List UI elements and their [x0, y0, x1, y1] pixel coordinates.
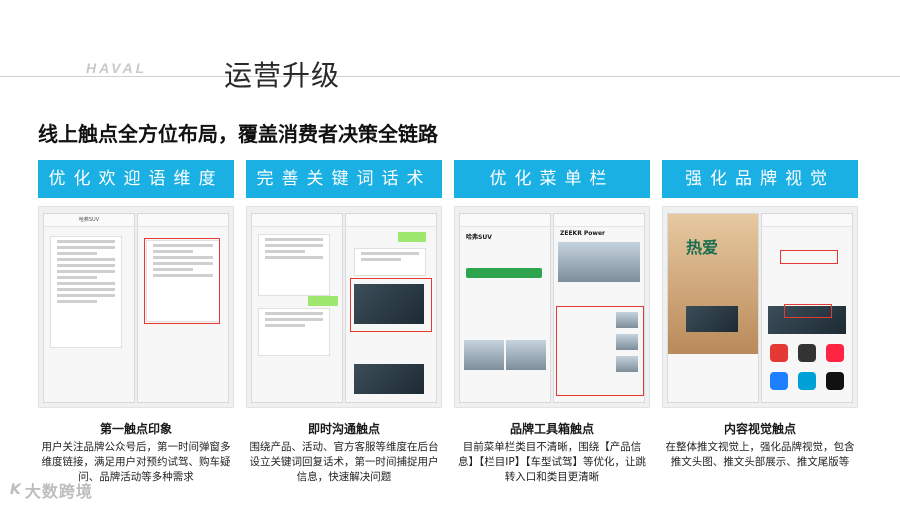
- reply-bubble: [258, 234, 330, 296]
- caption-title: 即时沟通触点: [307, 422, 380, 436]
- user-bubble: [398, 232, 426, 242]
- product-name: ZEEKR Power: [560, 230, 605, 237]
- logo-mark-icon: K: [10, 482, 21, 498]
- screenshot-panel: 哈弗SUV: [38, 206, 234, 408]
- phone-screenshot: [761, 213, 853, 403]
- screenshot-panel: 哈弗SUV ZEEKR Power: [454, 206, 650, 408]
- article-card-image: [354, 364, 424, 394]
- page-title: 运营升级: [224, 59, 341, 92]
- poster-headline: 热爱: [686, 238, 719, 257]
- brand-logo: HAVAL: [86, 60, 148, 76]
- phone-screenshot: 哈弗SUV: [43, 213, 135, 403]
- caption-title: 第一触点印象: [99, 422, 172, 436]
- bilibili-icon: [798, 372, 816, 390]
- article-thumb: [506, 340, 546, 370]
- caption-body: 目前菜单栏类目不清晰，围绕【产品信息】【栏目IP】【车型试驾】等优化，让跳转入口…: [458, 441, 646, 483]
- highlight-box: [784, 304, 832, 318]
- highlight-box: [350, 278, 432, 332]
- article-thumb: [464, 340, 504, 370]
- column-header: 完善关键词话术: [246, 160, 442, 198]
- chat-title: 哈弗SUV: [44, 214, 134, 227]
- column-keyword-replies: 完善关键词话术 即时沟通触点 围绕产品、活动、官方客服等维度在后台设立关键词回复…: [246, 160, 442, 485]
- account-name: 哈弗SUV: [466, 234, 492, 241]
- column-header: 优化菜单栏: [454, 160, 650, 198]
- screenshot-panel: [246, 206, 442, 408]
- follow-button[interactable]: [466, 268, 542, 278]
- menu-thumb: [616, 334, 638, 350]
- douyin-icon: [826, 372, 844, 390]
- page-subtitle: 线上触点全方位布局，覆盖消费者决策全链路: [38, 122, 438, 146]
- phone-screenshot: 哈弗SUV: [459, 213, 551, 403]
- poster-car: [686, 306, 738, 332]
- caption-body: 在整体推文视觉上，强化品牌视觉，包含推文头图、推文头部展示、推文尾版等: [665, 441, 855, 468]
- logo-name: 大数跨境: [24, 482, 93, 501]
- phone-screenshot: [251, 213, 343, 403]
- phone-screenshot: [137, 213, 229, 403]
- reply-bubble: [258, 308, 330, 356]
- caption-body: 围绕产品、活动、官方客服等维度在后台设立关键词回复话术，第一时间捕捉用户信息，快…: [249, 441, 439, 483]
- menu-thumb: [616, 312, 638, 328]
- qrcode-icon: [798, 344, 816, 362]
- product-image: [558, 242, 640, 282]
- screenshot-panel: 热爱: [662, 206, 858, 408]
- zhihu-icon: [770, 372, 788, 390]
- footer-logo: K 大数跨境: [10, 478, 93, 502]
- column-header: 优化欢迎语维度: [38, 160, 234, 198]
- caption-title: 内容视觉触点: [723, 422, 796, 436]
- column-welcome-message: 优化欢迎语维度 哈弗SUV 第一触点印象 用户关注品牌公众号后，第一时间弹窗多维…: [38, 160, 234, 485]
- phone-screenshot: ZEEKR Power: [553, 213, 645, 403]
- column-menu-bar: 优化菜单栏 哈弗SUV ZEEKR Power 品牌工具箱触点 目前菜单栏类目不…: [454, 160, 650, 485]
- phone-screenshot: [345, 213, 437, 403]
- welcome-bubble: [50, 236, 122, 348]
- xiaohongshu-icon: [826, 344, 844, 362]
- menu-thumb: [616, 356, 638, 372]
- highlight-box: [144, 238, 220, 324]
- user-bubble: [308, 296, 338, 306]
- highlight-box: [780, 250, 838, 264]
- header-divider: [0, 76, 900, 77]
- caption-title: 品牌工具箱触点: [509, 422, 594, 436]
- reply-bubble: [354, 248, 426, 276]
- phone-screenshot: 热爱: [667, 213, 759, 403]
- column-brand-visual: 强化品牌视觉 热爱 内容视觉触点 在整体推文视觉上，强化品牌视觉，包含推文头图、…: [662, 160, 858, 470]
- column-header: 强化品牌视觉: [662, 160, 858, 198]
- weibo-icon: [770, 344, 788, 362]
